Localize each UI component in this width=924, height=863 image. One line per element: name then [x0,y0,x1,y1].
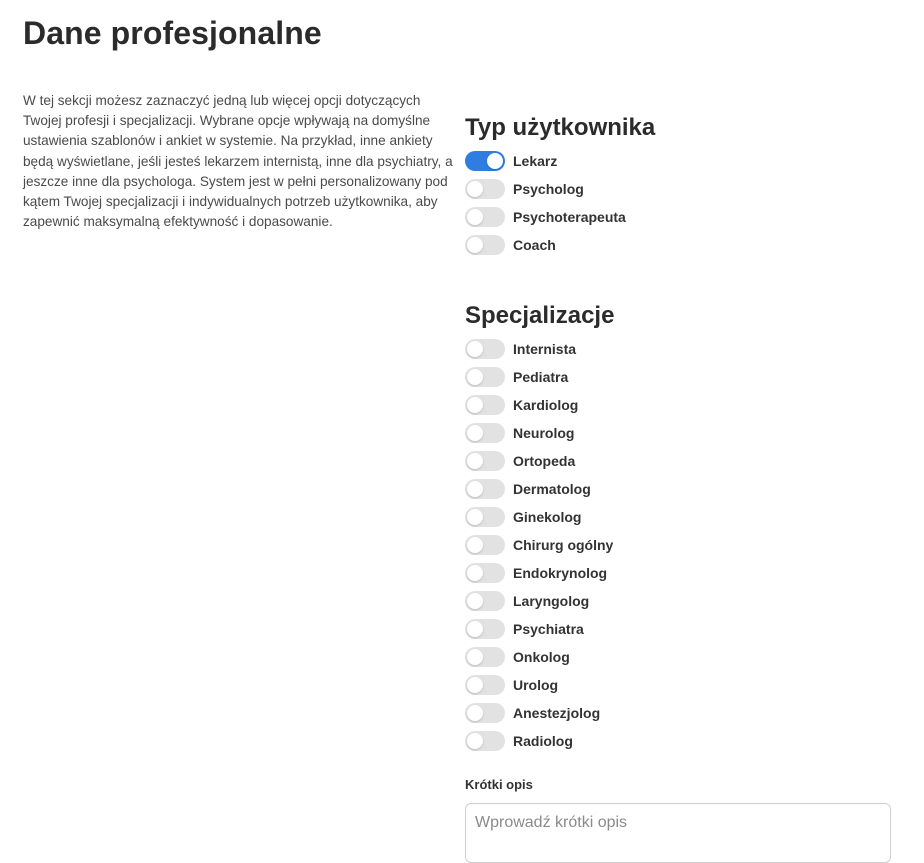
toggle-label: Laryngolog [513,593,590,609]
toggle-label: Kardiolog [513,397,579,413]
toggle-label: Ortopeda [513,453,576,469]
toggle-label: Chirurg ogólny [513,537,614,553]
toggle-switch[interactable] [465,703,505,723]
toggle-switch[interactable] [465,451,505,471]
user-type-item-psycholog[interactable]: Psycholog [465,175,626,203]
toggle-switch[interactable] [465,179,505,199]
toggle-label: Lekarz [513,153,558,169]
toggle-label: Ginekolog [513,509,582,525]
specialization-item-endokrynolog[interactable]: Endokrynolog [465,559,613,587]
toggle-switch[interactable] [465,647,505,667]
user-type-list: Lekarz Psycholog Psychoterapeuta Coach [465,147,626,259]
toggle-switch[interactable] [465,367,505,387]
toggle-switch[interactable] [465,507,505,527]
user-type-item-lekarz[interactable]: Lekarz [465,147,626,175]
toggle-label: Psycholog [513,181,584,197]
toggle-switch[interactable] [465,151,505,171]
toggle-label: Psychiatra [513,621,584,637]
toggle-label: Dermatolog [513,481,591,497]
specialization-item-internista[interactable]: Internista [465,335,613,363]
short-description-label: Krótki opis [465,777,533,792]
specialization-item-chirurg-ogolny[interactable]: Chirurg ogólny [465,531,613,559]
short-description-input[interactable] [465,803,891,863]
toggle-label: Psychoterapeuta [513,209,626,225]
page-title: Dane profesjonalne [23,15,322,51]
specialization-item-dermatolog[interactable]: Dermatolog [465,475,613,503]
specialization-item-neurolog[interactable]: Neurolog [465,419,613,447]
specializations-list: Internista Pediatra Kardiolog Neurolog O… [465,335,613,755]
specialization-item-laryngolog[interactable]: Laryngolog [465,587,613,615]
toggle-switch[interactable] [465,423,505,443]
toggle-label: Anestezjolog [513,705,601,721]
specialization-item-radiolog[interactable]: Radiolog [465,727,613,755]
specialization-item-kardiolog[interactable]: Kardiolog [465,391,613,419]
user-type-item-psychoterapeuta[interactable]: Psychoterapeuta [465,203,626,231]
toggle-label: Neurolog [513,425,575,441]
toggle-label: Internista [513,341,577,357]
toggle-switch[interactable] [465,207,505,227]
toggle-switch[interactable] [465,395,505,415]
toggle-label: Onkolog [513,649,570,665]
toggle-switch[interactable] [465,339,505,359]
toggle-label: Endokrynolog [513,565,608,581]
specializations-heading: Specjalizacje [465,302,615,329]
toggle-switch[interactable] [465,535,505,555]
toggle-label: Coach [513,237,556,253]
toggle-switch[interactable] [465,479,505,499]
toggle-switch[interactable] [465,731,505,751]
toggle-label: Radiolog [513,733,573,749]
toggle-switch[interactable] [465,563,505,583]
specialization-item-psychiatra[interactable]: Psychiatra [465,615,613,643]
toggle-label: Urolog [513,677,559,693]
specialization-item-pediatra[interactable]: Pediatra [465,363,613,391]
section-description: W tej sekcji możesz zaznaczyć jedną lub … [23,93,453,230]
specialization-item-anestezjolog[interactable]: Anestezjolog [465,699,613,727]
specialization-item-ortopeda[interactable]: Ortopeda [465,447,613,475]
specialization-item-onkolog[interactable]: Onkolog [465,643,613,671]
specialization-item-ginekolog[interactable]: Ginekolog [465,503,613,531]
user-type-heading: Typ użytkownika [465,114,656,141]
toggle-switch[interactable] [465,235,505,255]
user-type-item-coach[interactable]: Coach [465,231,626,259]
toggle-switch[interactable] [465,591,505,611]
toggle-label: Pediatra [513,369,569,385]
toggle-switch[interactable] [465,675,505,695]
toggle-switch[interactable] [465,619,505,639]
specialization-item-urolog[interactable]: Urolog [465,671,613,699]
